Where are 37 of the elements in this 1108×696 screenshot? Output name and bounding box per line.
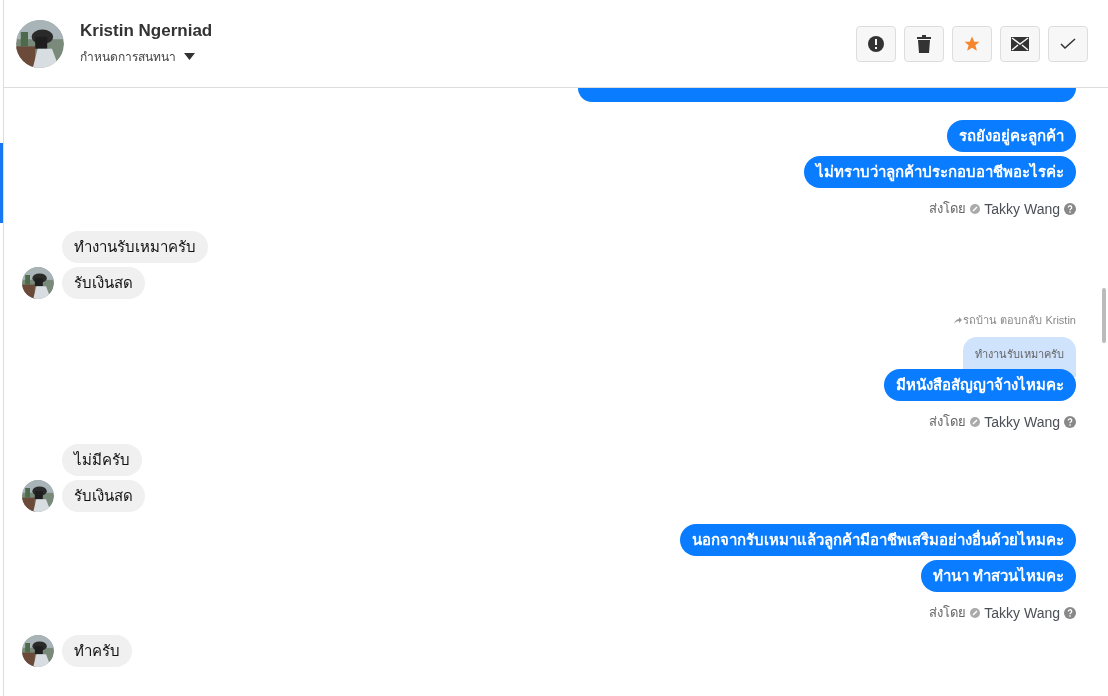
sent-by-label: ส่งโดย: [929, 413, 967, 431]
message-bubble: ทำครับ: [62, 635, 132, 667]
message-bubble: ไม่มีครับ: [62, 444, 142, 476]
message-bubble: รับเงินสด: [62, 267, 145, 299]
reply-label: รถบ้าน ตอบกลับ Kristin: [963, 313, 1076, 328]
sender-link[interactable]: Takky Wang: [984, 413, 1060, 430]
caret-icon: [184, 53, 195, 60]
reply-icon: [954, 316, 963, 324]
message-bubble: รับเงินสด: [62, 480, 145, 512]
verified-icon: [970, 416, 981, 427]
message-bubble: ทำนา ทำสวนไหมคะ: [920, 560, 1076, 592]
conversation-menu[interactable]: กำหนดการสนทนา: [80, 47, 195, 66]
contact-name: Kristin Ngerniad: [80, 21, 214, 41]
sender-link[interactable]: Takky Wang: [984, 200, 1060, 217]
help-icon: [1064, 202, 1076, 215]
help-icon: [1064, 606, 1076, 619]
alert-icon: [867, 34, 885, 53]
scroll-thumb[interactable]: [1102, 288, 1106, 343]
mail-icon: [1011, 36, 1029, 51]
message-bubble: ไม่ทราบว่าลูกค้าประกอบอาชีพอะไรค่ะ: [804, 156, 1076, 188]
message-bubble: มีหนังสือสัญญาจ้างไหมคะ: [884, 369, 1076, 401]
trash-icon: [916, 34, 932, 53]
help-icon: [1064, 415, 1076, 428]
check-button[interactable]: [1048, 25, 1088, 62]
sent-by-label: ส่งโดย: [929, 604, 967, 622]
sent-by-label: ส่งโดย: [929, 200, 967, 218]
star-button[interactable]: [952, 25, 992, 62]
message-bubble: ทำงานรับเหมาครับ: [62, 231, 208, 263]
verified-icon: [970, 203, 981, 214]
check-icon: [1060, 37, 1076, 50]
mail-button[interactable]: [1000, 25, 1040, 62]
sender-link[interactable]: Takky Wang: [984, 604, 1060, 621]
alert-button[interactable]: [856, 25, 896, 62]
trash-button[interactable]: [904, 25, 944, 62]
message-bubble: รถยังอยู่คะลูกค้า: [947, 120, 1076, 152]
verified-icon: [970, 607, 981, 618]
message-bubble: นอกจากรับเหมาแล้วลูกค้ามีอาชีพเสริมอย่างอื่นด้วยไหมคะ: [680, 524, 1076, 556]
